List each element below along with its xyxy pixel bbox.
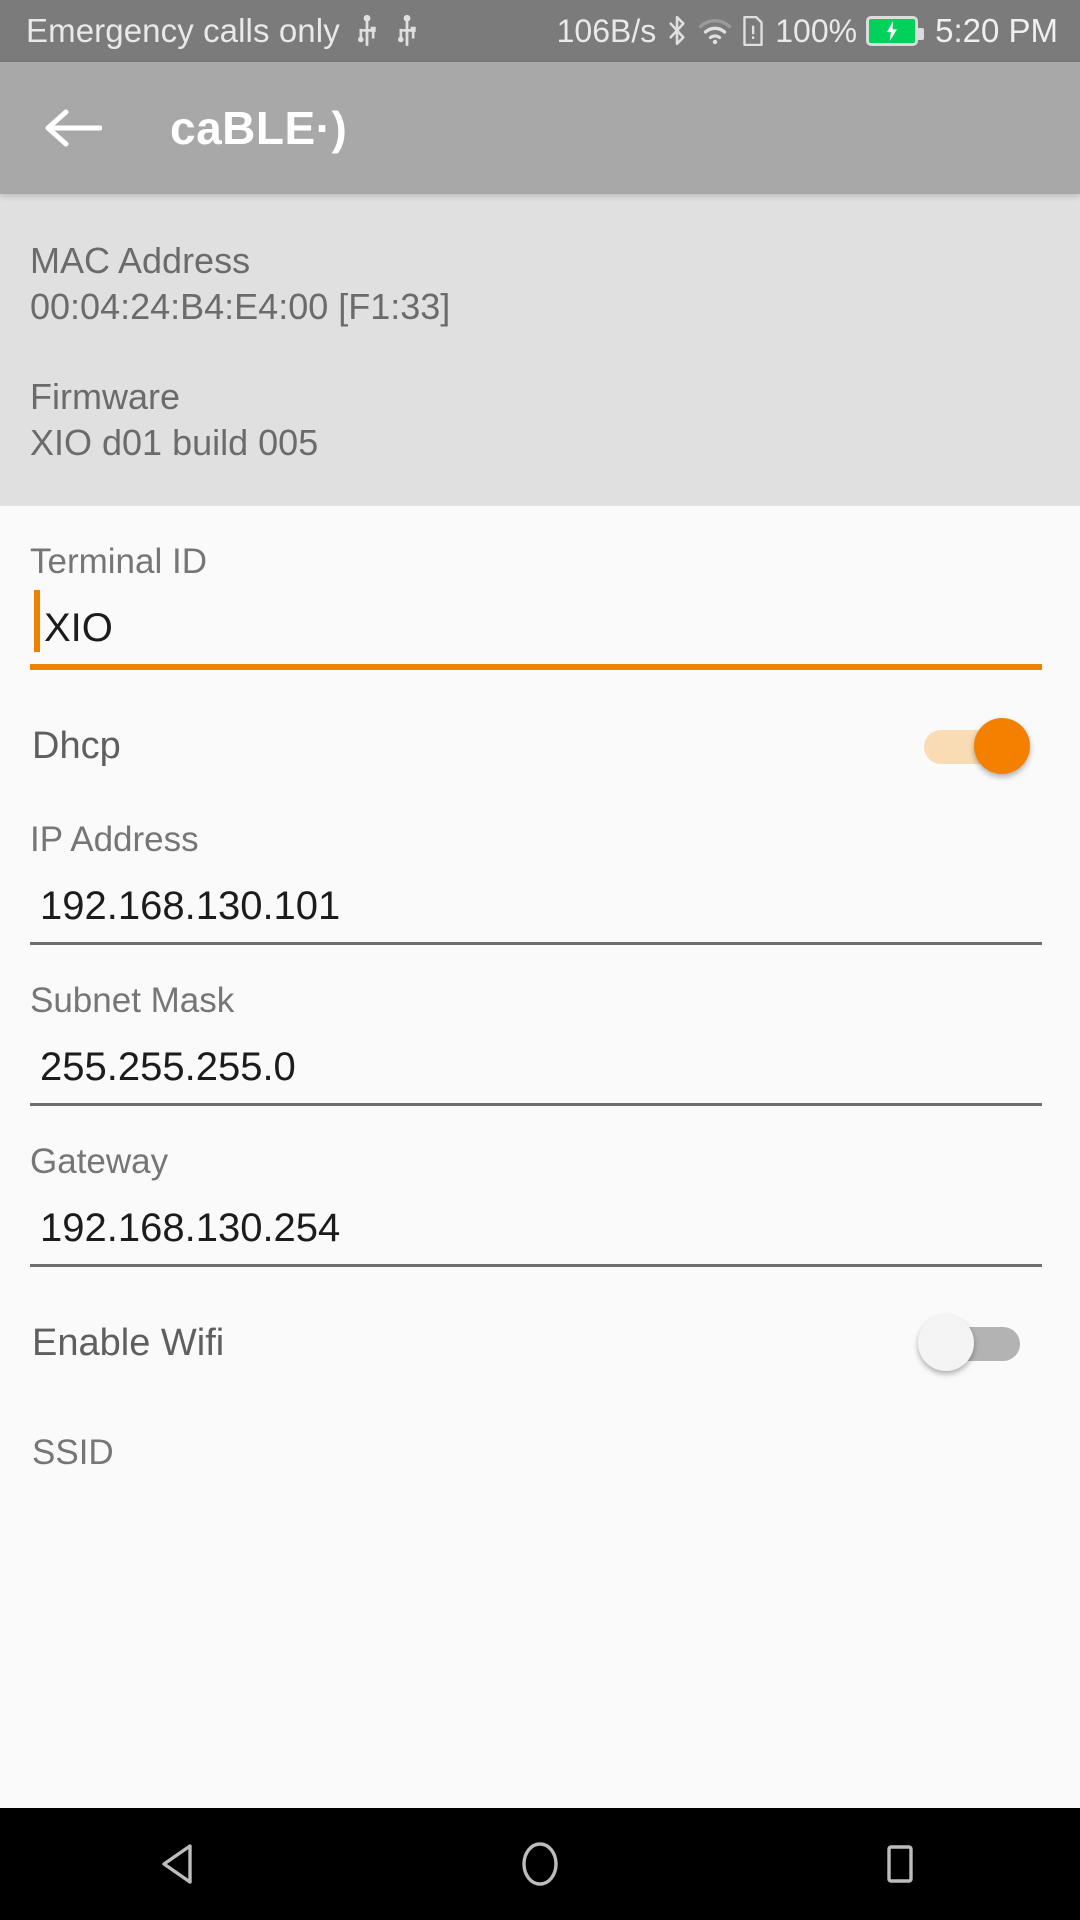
dhcp-label: Dhcp (32, 724, 121, 767)
usb-icon (357, 14, 376, 46)
nav-recents-button[interactable] (840, 1808, 960, 1920)
field-subnet-mask: Subnet Mask 255.255.255.0 (30, 945, 1042, 1107)
firmware-value: XIO d01 build 005 (30, 422, 319, 464)
enable-wifi-toggle[interactable] (918, 1315, 1030, 1372)
nav-back-button[interactable] (120, 1808, 240, 1920)
gateway-label: Gateway (30, 1142, 169, 1182)
mac-address-value: 00:04:24:B4:E4:00 [F1:33] (30, 286, 451, 328)
ssid-label: SSID (32, 1433, 114, 1473)
status-bar: Emergency calls only 106B/s 100% 5:20 PM (0, 0, 1080, 62)
field-gateway: Gateway 192.168.130.254 (30, 1106, 1042, 1268)
row-enable-wifi[interactable]: Enable Wifi (30, 1267, 1042, 1381)
usb-icon (397, 14, 416, 46)
android-nav-bar (0, 1808, 1080, 1920)
nav-home-icon (522, 1842, 558, 1886)
status-bar-left: Emergency calls only (26, 12, 420, 50)
clock-label: 5:20 PM (935, 12, 1058, 49)
firmware-label: Firmware (30, 376, 180, 418)
back-arrow-icon[interactable] (44, 106, 102, 150)
field-terminal-id: Terminal ID XIO (30, 506, 1042, 671)
wifi-icon (699, 19, 732, 45)
dhcp-toggle[interactable] (918, 718, 1030, 775)
gateway-input[interactable]: 192.168.130.254 (30, 1206, 1042, 1264)
sim-alert-icon (743, 15, 763, 47)
info-group-firmware: Firmware XIO d01 build 005 (30, 374, 1080, 466)
battery-percent-label: 100% (775, 12, 858, 49)
gateway-value: 192.168.130.254 (40, 1206, 341, 1251)
enable-wifi-label: Enable Wifi (32, 1321, 225, 1364)
carrier-label: Emergency calls only (26, 12, 340, 49)
battery-charging-icon (866, 16, 925, 46)
enable-wifi-toggle-thumb (918, 1315, 974, 1372)
bluetooth-icon (669, 15, 685, 46)
row-dhcp[interactable]: Dhcp (30, 670, 1042, 784)
ip-address-value: 192.168.130.101 (40, 884, 341, 929)
terminal-id-value: XIO (44, 606, 113, 651)
nav-home-button[interactable] (480, 1808, 600, 1920)
mac-address-label: MAC Address (30, 240, 251, 281)
status-bar-right: 106B/s 100% 5:20 PM (557, 12, 1058, 50)
subnet-mask-label: Subnet Mask (30, 981, 235, 1021)
subnet-mask-input[interactable]: 255.255.255.0 (30, 1045, 1042, 1103)
text-caret (34, 590, 40, 653)
settings-form: Terminal ID XIO Dhcp IP Address 192.168.… (0, 506, 1080, 1474)
terminal-id-input[interactable]: XIO (30, 590, 1042, 664)
nav-back-icon (162, 1844, 192, 1884)
dhcp-toggle-thumb (974, 718, 1030, 775)
ip-address-input[interactable]: 192.168.130.101 (30, 884, 1042, 942)
terminal-id-label: Terminal ID (30, 542, 207, 582)
ip-address-label: IP Address (30, 820, 199, 860)
phone-screen: Emergency calls only 106B/s 100% 5:20 PM… (0, 0, 1080, 1920)
info-group-mac-address: MAC Address 00:04:24:B4:E4:00 [F1:33] (30, 238, 1080, 330)
field-ip-address: IP Address 192.168.130.101 (30, 784, 1042, 946)
device-info-panel: MAC Address 00:04:24:B4:E4:00 [F1:33] Fi… (0, 194, 1080, 507)
app-bar: caBLE·) (0, 62, 1080, 194)
subnet-mask-value: 255.255.255.0 (40, 1045, 296, 1090)
page-title: caBLE·) (170, 102, 348, 154)
network-speed-label: 106B/s (556, 12, 657, 49)
nav-recents-icon (887, 1845, 913, 1883)
